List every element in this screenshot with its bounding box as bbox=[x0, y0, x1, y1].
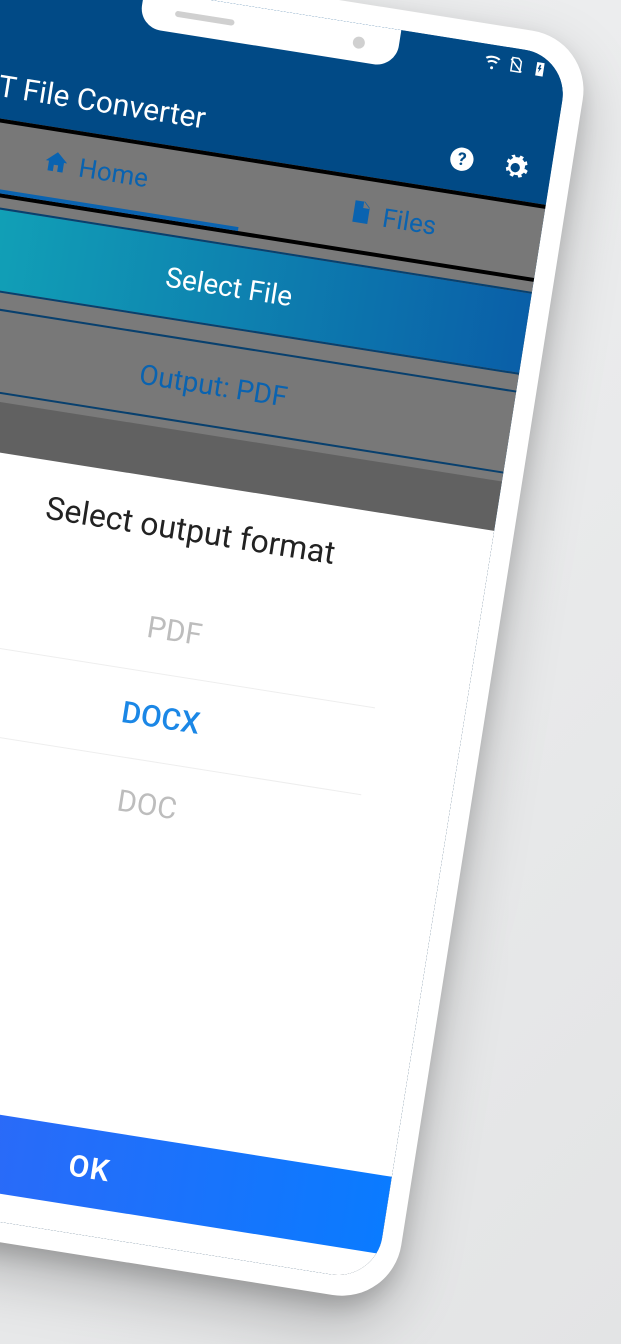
button-label: Output: PDF bbox=[137, 357, 290, 413]
app-store-screenshot: PT File Converter ? bbox=[0, 0, 621, 1344]
phone-mockup: PT File Converter ? bbox=[0, 0, 592, 1304]
battery-charging-icon bbox=[529, 59, 550, 84]
home-icon bbox=[41, 146, 72, 183]
file-icon bbox=[344, 197, 375, 234]
tab-label: Home bbox=[76, 154, 150, 195]
output-format-dialog: Select output format PDF DOCX DOC OK bbox=[0, 437, 494, 1282]
ok-button[interactable]: OK bbox=[0, 1083, 392, 1254]
no-sim-icon bbox=[505, 55, 526, 80]
phone-body: PT File Converter ? bbox=[0, 0, 592, 1304]
app-bar-actions: ? bbox=[445, 143, 531, 187]
screen: PT File Converter ? bbox=[0, 0, 569, 1281]
button-label: Select File bbox=[163, 260, 294, 313]
settings-icon[interactable] bbox=[499, 152, 532, 188]
wifi-icon bbox=[482, 52, 503, 77]
button-label: OK bbox=[66, 1148, 113, 1189]
tab-label: Files bbox=[380, 204, 438, 242]
help-icon[interactable]: ? bbox=[445, 143, 478, 179]
